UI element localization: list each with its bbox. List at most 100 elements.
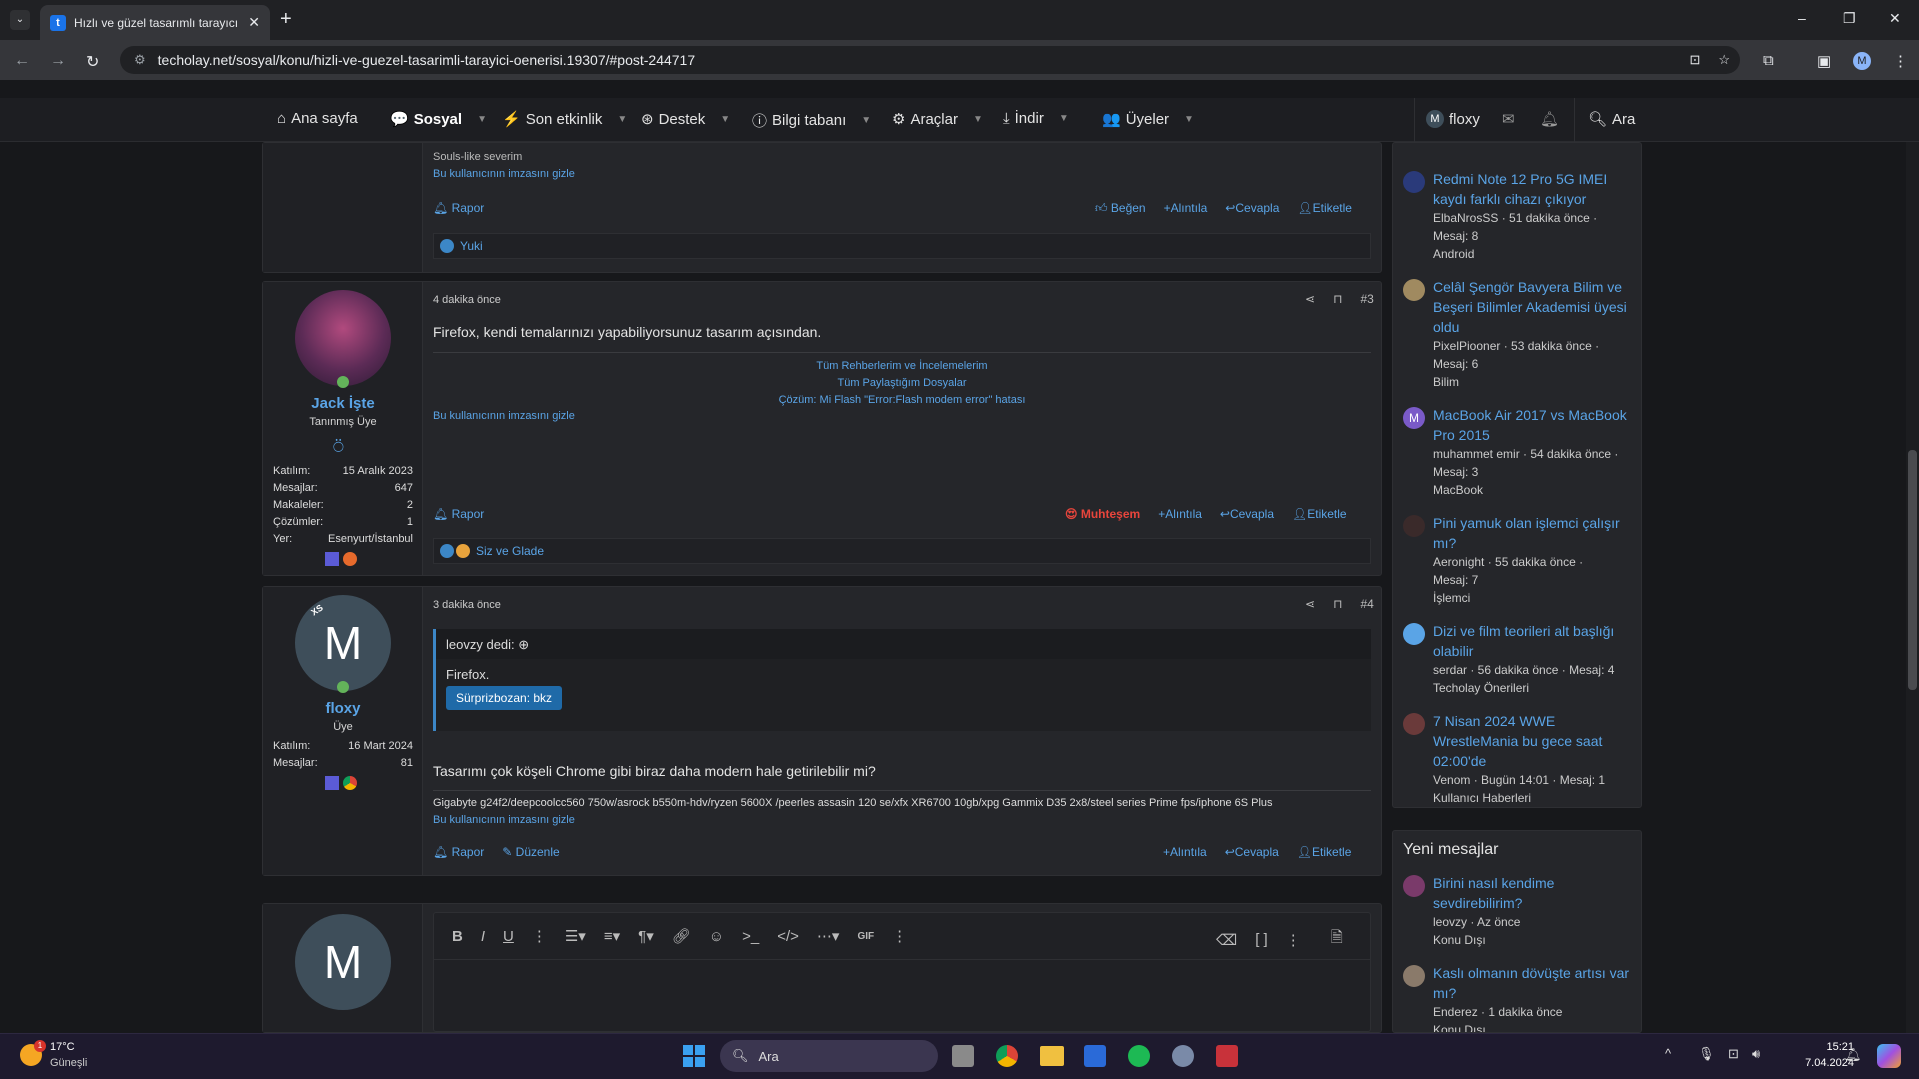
code-icon[interactable]: </>: [777, 928, 799, 945]
sig-link[interactable]: Tüm Rehberlerim ve İncelemelerim: [433, 358, 1371, 375]
report-link[interactable]: 🔔︎ Rapor: [433, 507, 484, 521]
windows-start-icon[interactable]: [683, 1045, 705, 1067]
tag-button[interactable]: 👤︎Etiketle: [1297, 845, 1352, 859]
thread-item[interactable]: Pini yamuk olan işlemci çalışır mı? Aeron…: [1403, 513, 1631, 607]
clock-date[interactable]: 7.04.2024: [1784, 1057, 1854, 1069]
scrollbar-thumb[interactable]: [1908, 450, 1917, 690]
terminal-icon[interactable]: >_: [742, 928, 759, 945]
chevron-down-icon[interactable]: ▼: [861, 115, 871, 126]
taskbar-search[interactable]: 🔍︎ Ara: [720, 1040, 938, 1072]
preview-icon[interactable]: 🗎: [1331, 927, 1343, 952]
thread-item[interactable]: 7 Nisan 2024 WWE WrestleMania bu gece sa…: [1403, 711, 1631, 807]
inbox-icon[interactable]: ✉: [1502, 110, 1515, 128]
hide-signature-link[interactable]: Bu kullanıcının imzasını gizle: [433, 410, 575, 422]
report-link[interactable]: 🔔︎ Rapor: [433, 201, 484, 215]
nav-support[interactable]: ⊛ Destek ▼: [641, 110, 730, 129]
profile-avatar[interactable]: M: [1853, 52, 1871, 70]
tag-button[interactable]: 👤︎Etiketle: [1292, 507, 1347, 521]
file-explorer-icon[interactable]: [1040, 1046, 1064, 1066]
nav-members[interactable]: 👥 Üyeler ▼: [1102, 110, 1194, 129]
bold-icon[interactable]: B: [452, 928, 463, 945]
bookmark-icon[interactable]: ⊓: [1333, 292, 1342, 306]
site-info-icon[interactable]: ⚙: [134, 52, 146, 68]
post-number[interactable]: #3: [1360, 292, 1373, 306]
chevron-up-icon[interactable]: ^: [1665, 1046, 1671, 1061]
more-insert-icon[interactable]: ⋯▾: [817, 927, 840, 945]
nav-tools[interactable]: ⚙ Araçlar ▼: [892, 110, 983, 129]
align-icon[interactable]: ≡▾: [604, 927, 620, 945]
editor-area[interactable]: B I U ⋮ ☰▾ ≡▾ ¶▾ 🔗︎ ☺ >_ </> ⋯▾ GIF ⋮ ⌫ …: [433, 912, 1371, 1032]
chevron-down-icon[interactable]: ▼: [973, 114, 983, 125]
like-button[interactable]: 👍︎ Beğen: [1095, 201, 1146, 216]
nav-activity[interactable]: ⚡ Son etkinlik ▼: [502, 110, 627, 129]
weather-desc[interactable]: Güneşli: [50, 1057, 87, 1069]
chevron-down-icon[interactable]: ▼: [720, 114, 730, 125]
close-tab-icon[interactable]: ✕: [248, 14, 260, 31]
nav-home[interactable]: ⌂ Ana sayfa: [277, 110, 358, 127]
chevron-down-icon[interactable]: ▼: [617, 114, 627, 125]
nav-user[interactable]: Mfloxy: [1426, 110, 1480, 128]
restore-icon[interactable]: ❐: [1843, 10, 1856, 27]
share-icon[interactable]: ⋖: [1305, 292, 1315, 306]
author-name[interactable]: floxy: [263, 700, 423, 717]
store-icon[interactable]: [1084, 1045, 1106, 1067]
brackets-icon[interactable]: [ ]: [1255, 931, 1268, 948]
link-icon[interactable]: 🔗︎: [672, 927, 691, 945]
thread-item[interactable]: Kaslı olmanın dövüşte artısı var mı? Ende…: [1403, 963, 1631, 1032]
more-options-icon[interactable]: ⋮: [892, 927, 907, 945]
list-icon[interactable]: ☰▾: [565, 927, 586, 945]
share-icon[interactable]: ⋖: [1305, 597, 1315, 611]
bookmark-icon[interactable]: ⊓: [1333, 597, 1342, 611]
more-format-icon[interactable]: ⋮: [532, 927, 547, 945]
settings-icon[interactable]: [1172, 1045, 1194, 1067]
italic-icon[interactable]: I: [481, 928, 485, 945]
quote-button[interactable]: +Alıntıla: [1163, 845, 1207, 859]
thread-item[interactable]: Birini nasıl kendime sevdirebilirim? leov…: [1403, 873, 1631, 949]
notification-bell-icon[interactable]: 🔔︎: [1845, 1047, 1862, 1063]
chevron-down-icon[interactable]: ▼: [477, 114, 487, 125]
nav-search[interactable]: 🔍︎ Ara: [1588, 110, 1635, 129]
extensions-icon[interactable]: ⧉: [1763, 52, 1774, 69]
post-time[interactable]: 3 dakika önce: [433, 599, 501, 611]
reactions-bar[interactable]: Siz ve Glade: [433, 538, 1371, 564]
post-number[interactable]: #4: [1360, 597, 1373, 611]
author-name[interactable]: Jack İşte: [263, 395, 423, 412]
quote-button[interactable]: +Alıntıla: [1158, 507, 1202, 521]
more-options-icon[interactable]: ⋮: [1286, 931, 1301, 949]
reply-button[interactable]: ↩Cevapla: [1225, 201, 1279, 216]
hide-signature-link[interactable]: Bu kullanıcının imzasını gizle: [433, 814, 575, 826]
copilot-icon[interactable]: [1877, 1044, 1901, 1068]
app-icon[interactable]: [1216, 1045, 1238, 1067]
chevron-down-icon[interactable]: ▼: [1184, 114, 1194, 125]
reactions-bar[interactable]: Yuki: [433, 233, 1371, 259]
report-link[interactable]: 🔔︎ Rapor: [433, 845, 484, 859]
bookmark-star-icon[interactable]: ☆: [1718, 52, 1730, 68]
chrome-taskbar-icon[interactable]: [996, 1045, 1018, 1067]
task-view-icon[interactable]: [952, 1045, 974, 1067]
minimize-icon[interactable]: –: [1798, 10, 1806, 26]
quote-button[interactable]: +Alıntıla: [1164, 201, 1208, 216]
nav-knowledge-base[interactable]: ⓘ Bilgi tabanı ▼: [752, 110, 871, 131]
chevron-down-icon[interactable]: ▼: [1059, 113, 1069, 124]
reply-button[interactable]: ↩Cevapla: [1220, 507, 1274, 521]
new-tab-button[interactable]: +: [280, 8, 292, 31]
arrow-up-circle-icon[interactable]: ⊕: [518, 637, 529, 652]
nav-social[interactable]: 💬 Sosyal ▼: [390, 110, 487, 129]
spoiler-button[interactable]: Sürprizbozan: bkz: [446, 686, 563, 710]
gif-icon[interactable]: GIF: [857, 931, 874, 942]
side-panel-icon[interactable]: ▣: [1817, 52, 1831, 70]
forward-icon[interactable]: →: [50, 52, 66, 70]
volume-icon[interactable]: 🔊︎: [1752, 1046, 1760, 1062]
address-bar[interactable]: ⚙ techolay.net/sosyal/konu/hizli-ve-guez…: [120, 46, 1740, 74]
paragraph-icon[interactable]: ¶▾: [638, 927, 654, 945]
emoji-icon[interactable]: ☺: [709, 928, 724, 945]
microphone-icon[interactable]: 🎙︎: [1698, 1046, 1715, 1062]
quote-author[interactable]: leovzy dedi:: [446, 637, 515, 652]
hide-signature-link[interactable]: Bu kullanıcının imzasını gizle: [433, 168, 575, 180]
reaction-button[interactable]: 😍︎ Muhteşem: [1065, 507, 1140, 521]
network-icon[interactable]: ⊡: [1728, 1046, 1739, 1062]
browser-tab[interactable]: t Hızlı ve güzel tasarımlı tarayıcı ö ✕: [40, 5, 270, 40]
reply-button[interactable]: ↩Cevapla: [1225, 845, 1279, 859]
post-time[interactable]: 4 dakika önce: [433, 294, 501, 306]
thread-item[interactable]: Celâl Şengör Bavyera Bilim ve Beşeri Bil…: [1403, 277, 1631, 391]
